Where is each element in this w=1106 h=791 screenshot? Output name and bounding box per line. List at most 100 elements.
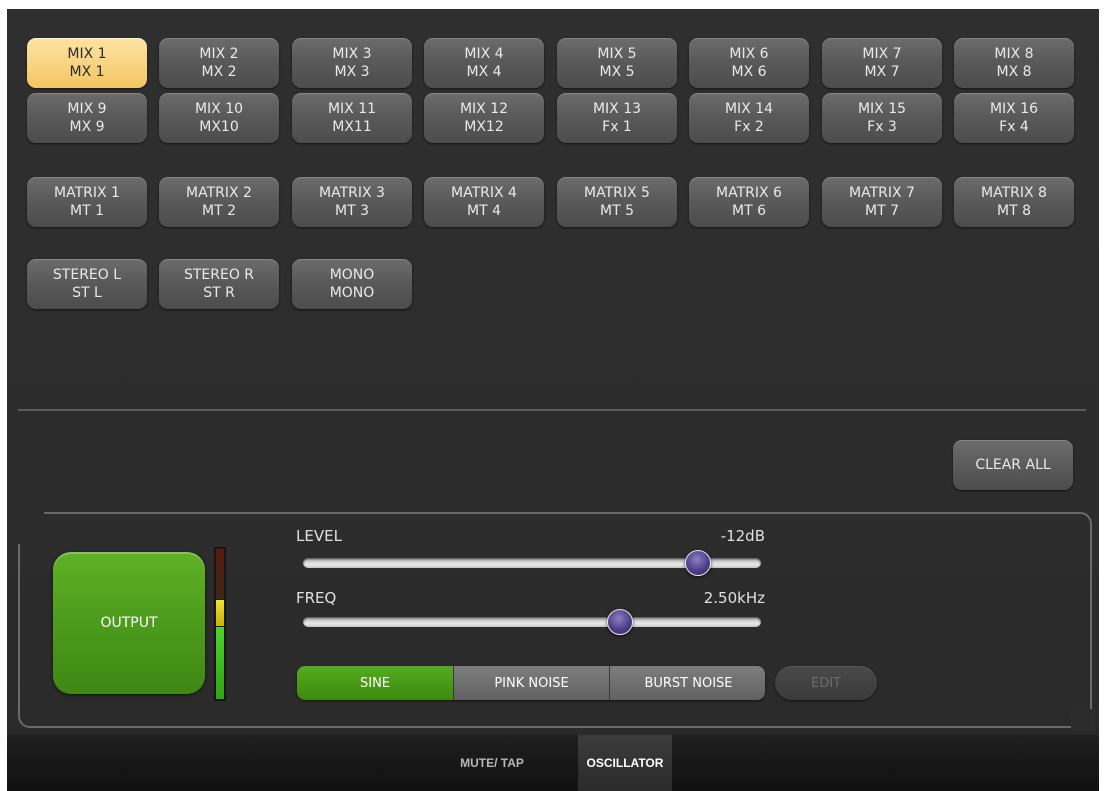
channel-name: MIX 1 bbox=[67, 46, 107, 62]
channel-short-name: MX11 bbox=[332, 119, 372, 135]
level-label: LEVEL bbox=[296, 527, 342, 545]
channel-button-mix-12[interactable]: MIX 12 MX12 bbox=[424, 93, 544, 143]
channel-short-name: MONO bbox=[329, 285, 375, 301]
meter-clip-segment bbox=[216, 549, 224, 599]
section-divider bbox=[18, 409, 1086, 411]
channel-button-mix-9[interactable]: MIX 9 MX 9 bbox=[27, 93, 147, 143]
channel-name: MATRIX 4 bbox=[451, 185, 517, 201]
channel-button-mix-7[interactable]: MIX 7 MX 7 bbox=[822, 38, 942, 88]
channel-short-name: MX 6 bbox=[731, 64, 767, 80]
channel-short-name: Fx 3 bbox=[867, 119, 897, 135]
channel-name: MIX 13 bbox=[592, 101, 642, 117]
channel-name: MIX 11 bbox=[327, 101, 377, 117]
oscillator-screen: MIX 1 MX 1 MIX 2 MX 2 MIX 3 MX 3 MIX 4 MX 4 MIX … bbox=[7, 9, 1099, 791]
channel-name: MIX 7 bbox=[862, 46, 902, 62]
waveform-burst-noise-button[interactable]: BURST NOISE bbox=[609, 666, 765, 700]
channel-name: MIX 15 bbox=[857, 101, 907, 117]
freq-slider[interactable] bbox=[303, 609, 761, 635]
channel-name: MATRIX 6 bbox=[716, 185, 782, 201]
channel-button-mix-2[interactable]: MIX 2 MX 2 bbox=[159, 38, 279, 88]
channel-button-mix-14[interactable]: MIX 14 Fx 2 bbox=[689, 93, 809, 143]
panel-corner-gap bbox=[1071, 709, 1095, 731]
tab-mute-tap[interactable]: MUTE/ TAP bbox=[447, 735, 537, 791]
channel-name: MATRIX 7 bbox=[849, 185, 915, 201]
channel-button-mix-10[interactable]: MIX 10 MX10 bbox=[159, 93, 279, 143]
channel-short-name: MT 1 bbox=[70, 203, 104, 219]
channel-name: MATRIX 2 bbox=[186, 185, 252, 201]
channel-button-matrix-8[interactable]: MATRIX 8 MT 8 bbox=[954, 177, 1074, 227]
channel-button-mix-6[interactable]: MIX 6 MX 6 bbox=[689, 38, 809, 88]
channel-name: MIX 6 bbox=[729, 46, 769, 62]
channel-name: STEREO L bbox=[52, 267, 122, 283]
channel-name: MONO bbox=[329, 267, 375, 283]
tab-oscillator[interactable]: OSCILLATOR bbox=[578, 735, 672, 791]
channel-button-matrix-6[interactable]: MATRIX 6 MT 6 bbox=[689, 177, 809, 227]
channel-button-matrix-3[interactable]: MATRIX 3 MT 3 bbox=[292, 177, 412, 227]
channel-name: MIX 2 bbox=[199, 46, 239, 62]
output-button[interactable]: OUTPUT bbox=[53, 552, 205, 694]
channel-button-mix-4[interactable]: MIX 4 MX 4 bbox=[424, 38, 544, 88]
channel-short-name: MX 2 bbox=[201, 64, 237, 80]
channel-short-name: MX 3 bbox=[334, 64, 370, 80]
channel-short-name: MT 6 bbox=[732, 203, 766, 219]
channel-button-mix-16[interactable]: MIX 16 Fx 4 bbox=[954, 93, 1074, 143]
channel-short-name: MX 4 bbox=[466, 64, 502, 80]
freq-label: FREQ bbox=[296, 589, 337, 607]
channel-short-name: MT 4 bbox=[467, 203, 501, 219]
channel-button-stereo-2[interactable]: STEREO R ST R bbox=[159, 259, 279, 309]
channel-name: MIX 5 bbox=[597, 46, 637, 62]
channel-name: MATRIX 8 bbox=[981, 185, 1047, 201]
channel-name: MIX 14 bbox=[724, 101, 774, 117]
channel-button-matrix-7[interactable]: MATRIX 7 MT 7 bbox=[822, 177, 942, 227]
channel-button-mix-15[interactable]: MIX 15 Fx 3 bbox=[822, 93, 942, 143]
channel-name: MATRIX 3 bbox=[319, 185, 385, 201]
waveform-pink-noise-button[interactable]: PINK NOISE bbox=[453, 666, 609, 700]
channel-button-stereo-3[interactable]: MONO MONO bbox=[292, 259, 412, 309]
channel-name: MIX 12 bbox=[459, 101, 509, 117]
channel-short-name: MX 7 bbox=[864, 64, 900, 80]
channel-short-name: MX12 bbox=[464, 119, 504, 135]
channel-button-mix-5[interactable]: MIX 5 MX 5 bbox=[557, 38, 677, 88]
clear-all-button[interactable]: CLEAR ALL bbox=[953, 440, 1073, 490]
channel-short-name: MT 8 bbox=[997, 203, 1031, 219]
channel-short-name: MX10 bbox=[199, 119, 239, 135]
channel-name: MIX 9 bbox=[67, 101, 107, 117]
bottom-tab-bar: MUTE/ TAP OSCILLATOR bbox=[7, 735, 1099, 791]
channel-short-name: Fx 4 bbox=[999, 119, 1029, 135]
channel-name: MATRIX 5 bbox=[584, 185, 650, 201]
channel-short-name: MX 1 bbox=[69, 64, 105, 80]
waveform-sine-button[interactable]: SINE bbox=[297, 666, 453, 700]
channel-button-mix-3[interactable]: MIX 3 MX 3 bbox=[292, 38, 412, 88]
channel-short-name: MT 7 bbox=[865, 203, 899, 219]
level-slider[interactable] bbox=[303, 550, 761, 576]
channel-short-name: Fx 1 bbox=[602, 119, 632, 135]
channel-button-mix-13[interactable]: MIX 13 Fx 1 bbox=[557, 93, 677, 143]
freq-slider-knob[interactable] bbox=[607, 609, 634, 635]
channel-button-mix-1[interactable]: MIX 1 MX 1 bbox=[27, 38, 147, 88]
channel-button-matrix-2[interactable]: MATRIX 2 MT 2 bbox=[159, 177, 279, 227]
channel-button-stereo-1[interactable]: STEREO L ST L bbox=[27, 259, 147, 309]
channel-short-name: MT 2 bbox=[202, 203, 236, 219]
channel-short-name: MX 9 bbox=[69, 119, 105, 135]
channel-short-name: MT 5 bbox=[600, 203, 634, 219]
channel-button-mix-8[interactable]: MIX 8 MX 8 bbox=[954, 38, 1074, 88]
channel-name: MIX 10 bbox=[194, 101, 244, 117]
waveform-selector: SINE PINK NOISE BURST NOISE bbox=[297, 666, 765, 700]
channel-short-name: ST L bbox=[72, 285, 102, 301]
channel-button-matrix-5[interactable]: MATRIX 5 MT 5 bbox=[557, 177, 677, 227]
channel-name: MIX 3 bbox=[332, 46, 372, 62]
edit-button[interactable]: EDIT bbox=[775, 666, 877, 700]
channel-name: MIX 8 bbox=[994, 46, 1034, 62]
channel-name: STEREO R bbox=[183, 267, 255, 283]
channel-button-matrix-4[interactable]: MATRIX 4 MT 4 bbox=[424, 177, 544, 227]
channel-button-matrix-1[interactable]: MATRIX 1 MT 1 bbox=[27, 177, 147, 227]
freq-value: 2.50kHz bbox=[703, 589, 765, 607]
channel-name: MIX 16 bbox=[989, 101, 1039, 117]
channel-short-name: MX 5 bbox=[599, 64, 635, 80]
channel-short-name: Fx 2 bbox=[734, 119, 764, 135]
channel-name: MATRIX 1 bbox=[54, 185, 120, 201]
panel-corner-gap bbox=[18, 512, 44, 544]
channel-button-mix-11[interactable]: MIX 11 MX11 bbox=[292, 93, 412, 143]
level-value: -12dB bbox=[720, 527, 765, 545]
level-slider-knob[interactable] bbox=[684, 550, 711, 576]
